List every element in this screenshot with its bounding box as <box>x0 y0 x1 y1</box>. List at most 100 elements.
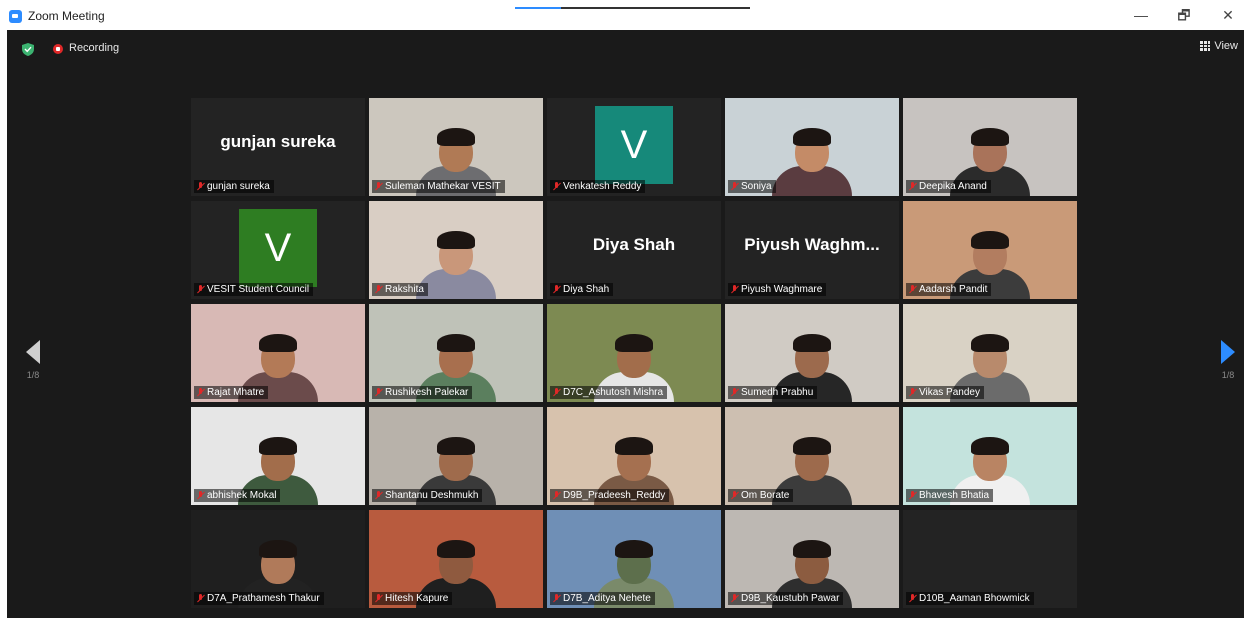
participant-tile[interactable]: D10B_Aaman Bhowmick <box>903 510 1077 608</box>
muted-mic-icon <box>375 388 382 397</box>
participant-name: Rakshita <box>385 284 424 295</box>
participant-name: Venkatesh Reddy <box>563 181 642 192</box>
participant-name-label: Diya Shah <box>550 283 614 296</box>
muted-mic-icon <box>909 182 916 191</box>
participant-tile[interactable]: Rajat Mhatre <box>191 304 365 402</box>
participant-name: Shantanu Deshmukh <box>385 490 479 501</box>
participant-display-name: gunjan sureka <box>220 132 336 151</box>
participant-name-label: Shantanu Deshmukh <box>372 489 483 502</box>
recording-icon[interactable] <box>53 44 63 54</box>
participant-name: Suleman Mathekar VESIT <box>385 181 501 192</box>
muted-mic-icon <box>909 285 916 294</box>
muted-mic-icon <box>731 491 738 500</box>
window-title: Zoom Meeting <box>28 9 105 23</box>
participant-name-label: Aadarsh Pandit <box>906 283 992 296</box>
muted-mic-icon <box>909 594 916 603</box>
participant-name: D9B_Pradeesh_Reddy <box>563 490 666 501</box>
muted-mic-icon <box>909 491 916 500</box>
participant-name: Diya Shah <box>563 284 610 295</box>
next-page-button[interactable]: 1/8 <box>1216 340 1240 380</box>
gallery-grid: gunjan sureka gunjan sureka Suleman Mathek… <box>191 98 1081 608</box>
participant-tile[interactable]: V VESIT Student Council <box>191 201 365 299</box>
participant-name-label: Sumedh Prabhu <box>728 386 818 399</box>
participant-tile[interactable]: Shantanu Deshmukh <box>369 407 543 505</box>
participant-name: D7B_Aditya Nehete <box>563 593 651 604</box>
participant-tile[interactable]: Piyush Waghm... Piyush Waghmare <box>725 201 899 299</box>
participant-name-label: abhishek Mokal <box>194 489 281 502</box>
participant-name: Piyush Waghmare <box>741 284 823 295</box>
participant-name: Om Borate <box>741 490 790 501</box>
participant-name-label: D7B_Aditya Nehete <box>550 592 655 605</box>
participant-name: Deepika Anand <box>919 181 987 192</box>
participant-tile[interactable]: Suleman Mathekar VESIT <box>369 98 543 196</box>
muted-mic-icon <box>375 491 382 500</box>
muted-mic-icon <box>731 388 738 397</box>
participant-tile[interactable]: Vikas Pandey <box>903 304 1077 402</box>
participant-name-label: D7C_Ashutosh Mishra <box>550 386 668 399</box>
meeting-tab-indicator[interactable] <box>515 7 750 9</box>
participant-name-label: Piyush Waghmare <box>728 283 827 296</box>
muted-mic-icon <box>553 388 560 397</box>
muted-mic-icon <box>197 285 204 294</box>
participant-tile[interactable]: D7C_Ashutosh Mishra <box>547 304 721 402</box>
meeting-stage: Recording View 1/8 1/8 gunjan sureka gunj… <box>7 30 1244 618</box>
participant-tile[interactable]: D7B_Aditya Nehete <box>547 510 721 608</box>
zoom-app-icon <box>9 10 22 23</box>
participant-name-label: D10B_Aaman Bhowmick <box>906 592 1034 605</box>
participant-name-label: Suleman Mathekar VESIT <box>372 180 505 193</box>
muted-mic-icon <box>375 182 382 191</box>
participant-tile[interactable]: V Venkatesh Reddy <box>547 98 721 196</box>
chevron-left-icon <box>26 340 40 364</box>
previous-page-button[interactable]: 1/8 <box>21 340 45 380</box>
participant-name: Rajat Mhatre <box>207 387 265 398</box>
participant-tile[interactable]: D9B_Kaustubh Pawar <box>725 510 899 608</box>
muted-mic-icon <box>553 285 560 294</box>
close-button[interactable]: ✕ <box>1217 6 1239 24</box>
participant-tile[interactable]: Deepika Anand <box>903 98 1077 196</box>
participant-tile[interactable]: abhishek Mokal <box>191 407 365 505</box>
muted-mic-icon <box>197 182 204 191</box>
participant-tile[interactable]: Soniya <box>725 98 899 196</box>
page-indicator-right: 1/8 <box>1221 370 1235 380</box>
participant-name: D7C_Ashutosh Mishra <box>563 387 664 398</box>
security-shield-icon[interactable] <box>22 43 34 56</box>
participant-name-label: D9B_Pradeesh_Reddy <box>550 489 670 502</box>
participant-name: Bhavesh Bhatia <box>919 490 990 501</box>
participant-name: D7A_Prathamesh Thakur <box>207 593 320 604</box>
participant-tile[interactable]: Sumedh Prabhu <box>725 304 899 402</box>
participant-tile[interactable]: Rushikesh Palekar <box>369 304 543 402</box>
muted-mic-icon <box>375 285 382 294</box>
participant-name-label: Rajat Mhatre <box>194 386 269 399</box>
recording-label: Recording <box>69 42 120 54</box>
participant-tile[interactable]: Bhavesh Bhatia <box>903 407 1077 505</box>
muted-mic-icon <box>375 594 382 603</box>
participant-avatar: V <box>595 106 673 184</box>
participant-display-name: Piyush Waghm... <box>744 235 880 254</box>
participant-name: gunjan sureka <box>207 181 270 192</box>
grid-view-icon <box>1200 41 1211 51</box>
participant-name: Rushikesh Palekar <box>385 387 469 398</box>
participant-tile[interactable]: Diya Shah Diya Shah <box>547 201 721 299</box>
participant-tile[interactable]: Om Borate <box>725 407 899 505</box>
muted-mic-icon <box>553 491 560 500</box>
muted-mic-icon <box>197 594 204 603</box>
minimize-button[interactable]: — <box>1130 6 1152 24</box>
participant-avatar: V <box>239 209 317 287</box>
participant-tile[interactable]: Hitesh Kapure <box>369 510 543 608</box>
participant-name: Sumedh Prabhu <box>741 387 814 398</box>
participant-tile[interactable]: D7A_Prathamesh Thakur <box>191 510 365 608</box>
participant-tile[interactable]: gunjan sureka gunjan sureka <box>191 98 365 196</box>
participant-name-label: Rakshita <box>372 283 428 296</box>
participant-tile[interactable]: Aadarsh Pandit <box>903 201 1077 299</box>
participant-name: D9B_Kaustubh Pawar <box>741 593 840 604</box>
view-button[interactable]: View <box>1200 40 1238 52</box>
restore-button[interactable]: 🗗 <box>1173 6 1195 24</box>
view-label: View <box>1214 40 1238 52</box>
participant-tile[interactable]: Rakshita <box>369 201 543 299</box>
muted-mic-icon <box>553 594 560 603</box>
participant-display-name: Diya Shah <box>592 235 676 254</box>
muted-mic-icon <box>197 388 204 397</box>
participant-tile[interactable]: D9B_Pradeesh_Reddy <box>547 407 721 505</box>
muted-mic-icon <box>553 182 560 191</box>
muted-mic-icon <box>197 491 204 500</box>
